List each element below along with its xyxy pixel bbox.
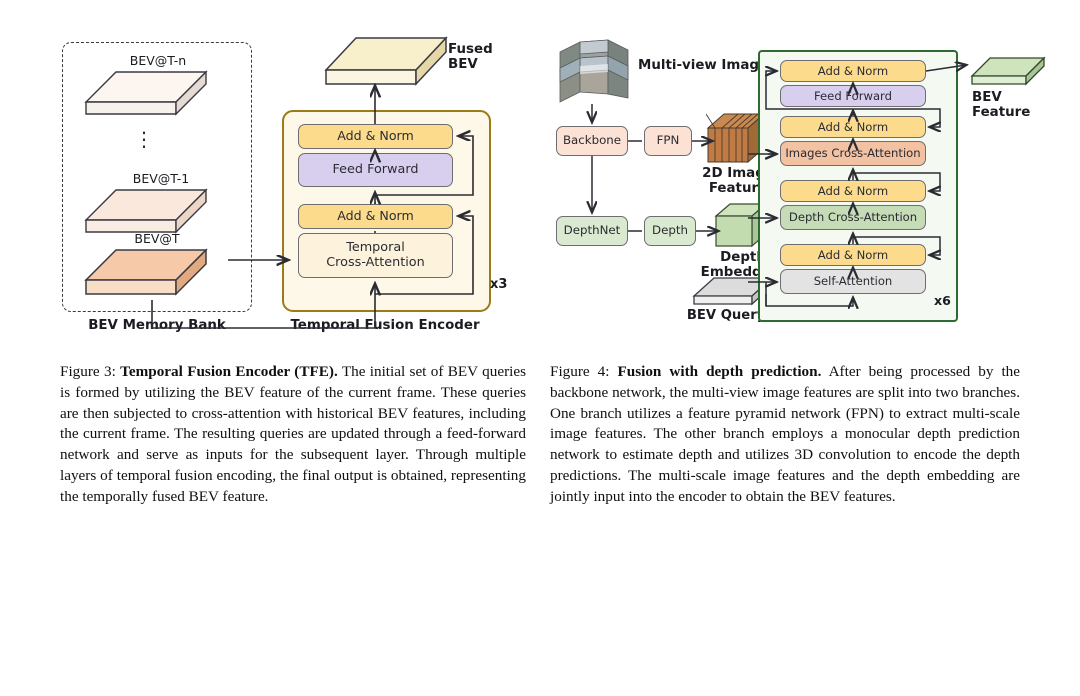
slab-ellipsis: ⋮ — [134, 127, 154, 151]
bev-at-t-minus-n-label: BEV@T-n — [129, 53, 187, 68]
images-cross-attention-block[interactable]: Images Cross-Attention — [780, 141, 926, 166]
fused-bev-label: Fused BEV — [448, 42, 518, 73]
backbone-block[interactable]: Backbone — [556, 126, 628, 156]
feed-forward-block-4[interactable]: Feed Forward — [780, 85, 926, 107]
add-norm-4-block[interactable]: Add & Norm — [780, 60, 926, 82]
multi-view-images-icon — [556, 36, 634, 113]
temporal-cross-attention-line1: Temporal — [346, 240, 405, 256]
bev-feature-line2: Feature — [972, 105, 1031, 121]
encoder-repeat-x6-label: x6 — [934, 293, 951, 308]
temporal-cross-attention-line2: Cross-Attention — [326, 254, 425, 270]
encoder-repeat-x3-label: x3 — [490, 277, 508, 292]
feed-forward-block[interactable]: Feed Forward — [298, 153, 453, 187]
fused-bev-slab — [322, 36, 450, 97]
depthnet-block[interactable]: DepthNet — [556, 216, 628, 246]
figure-4-diagram: Multi-view Images Backbone FPN DepthNet … — [552, 32, 1046, 332]
add-norm-3-block[interactable]: Add & Norm — [780, 116, 926, 138]
figure-3-caption-number: Figure 3: — [60, 363, 116, 380]
fused-bev-line1: Fused — [448, 42, 493, 57]
add-norm-1-block[interactable]: Add & Norm — [780, 244, 926, 266]
bev-feature-label: BEV Feature — [972, 90, 1048, 121]
fused-bev-line2: BEV — [448, 57, 478, 73]
figure-3-caption-title: Temporal Fusion Encoder (TFE). — [120, 363, 338, 380]
figure-3-caption-body: The initial set of BEV queries is formed… — [60, 363, 526, 505]
figure-4-caption-title: Fusion with depth prediction. — [617, 363, 822, 380]
add-norm-2-block[interactable]: Add & Norm — [780, 180, 926, 202]
add-norm-bottom-block[interactable]: Add & Norm — [298, 204, 453, 229]
figure-4-caption-body: After being processed by the backbone ne… — [550, 363, 1021, 505]
paper-figures-page: BEV@T-n ⋮ BEV@T-1 BEV@T Add & Norm Feed … — [0, 0, 1080, 696]
add-norm-top-block[interactable]: Add & Norm — [298, 124, 453, 149]
bev-at-t-minus-1-label: BEV@T-1 — [132, 171, 190, 186]
bev-memory-bank-label: BEV Memory Bank — [88, 318, 226, 333]
temporal-fusion-encoder-label: Temporal Fusion Encoder — [290, 318, 480, 333]
figure-4-caption-number: Figure 4: — [550, 363, 610, 380]
depth-block[interactable]: Depth — [644, 216, 696, 246]
depth-cross-attention-block[interactable]: Depth Cross-Attention — [780, 205, 926, 230]
bev-at-t-minus-n-slab — [82, 70, 210, 127]
self-attention-block[interactable]: Self-Attention — [780, 269, 926, 294]
figure-3-diagram: BEV@T-n ⋮ BEV@T-1 BEV@T Add & Norm Feed … — [60, 32, 530, 352]
temporal-cross-attention-block[interactable]: Temporal Cross-Attention — [298, 233, 453, 278]
figure-3-caption: Figure 3: Temporal Fusion Encoder (TFE).… — [60, 362, 526, 507]
bev-feature-line1: BEV — [972, 90, 1002, 105]
bev-at-t-label: BEV@T — [134, 231, 180, 246]
figure-4-caption: Figure 4: Fusion with depth prediction. … — [550, 362, 1020, 507]
bev-at-t-slab — [82, 248, 210, 307]
fpn-block[interactable]: FPN — [644, 126, 692, 156]
